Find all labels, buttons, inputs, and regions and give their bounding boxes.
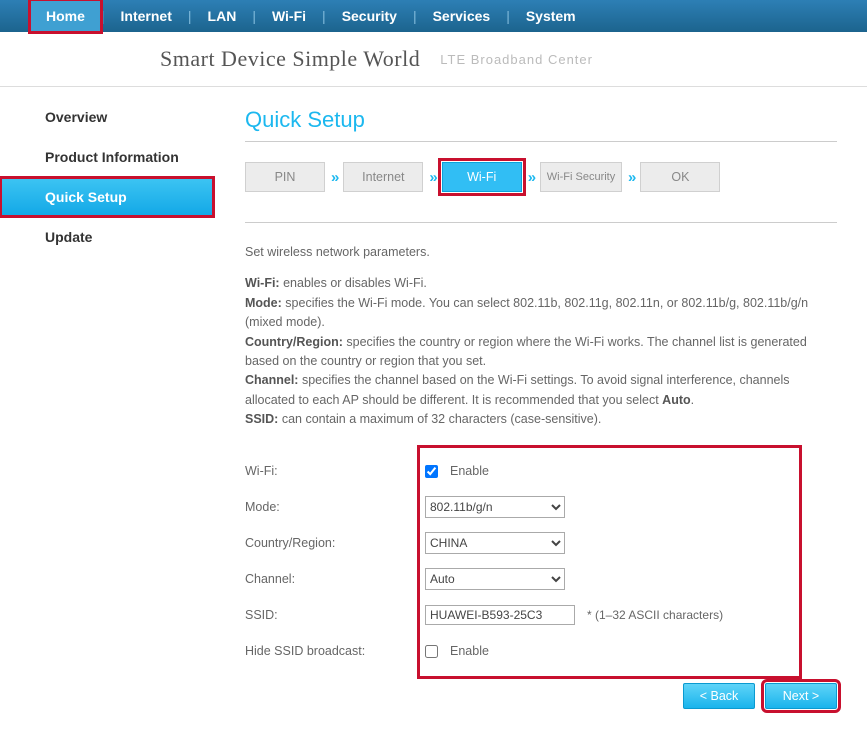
nav-home[interactable]: Home xyxy=(30,0,101,32)
ssid-hint: * (1–32 ASCII characters) xyxy=(587,608,723,622)
wizard-step-pin[interactable]: PIN xyxy=(245,162,325,192)
footer-buttons: < Back Next > xyxy=(245,683,837,709)
branding-bar: Smart Device Simple World LTE Broadband … xyxy=(0,32,867,87)
wifi-settings-form: Wi-Fi: Enable Mode: 802.11b/g/n Country/… xyxy=(245,453,837,669)
wizard-steps: PIN » Internet » Wi-Fi » Wi-Fi Security … xyxy=(245,162,837,192)
country-select[interactable]: CHINA xyxy=(425,532,565,554)
nav-security[interactable]: Security xyxy=(326,0,413,32)
content-area: Quick Setup PIN » Internet » Wi-Fi » Wi-… xyxy=(215,87,867,729)
brand-tagline: Smart Device Simple World xyxy=(160,46,420,72)
nav-lan[interactable]: LAN xyxy=(192,0,253,32)
nav-system[interactable]: System xyxy=(510,0,592,32)
page-title: Quick Setup xyxy=(245,107,837,142)
sidebar-item-quick-setup[interactable]: Quick Setup xyxy=(0,177,214,217)
chevron-right-icon: » xyxy=(628,169,634,186)
nav-internet[interactable]: Internet xyxy=(105,0,188,32)
wifi-enable-text: Enable xyxy=(450,464,489,478)
channel-select[interactable]: Auto xyxy=(425,568,565,590)
wizard-step-ok[interactable]: OK xyxy=(640,162,720,192)
sidebar-item-product-info[interactable]: Product Information xyxy=(0,137,214,177)
ssid-label: SSID: xyxy=(245,608,425,622)
ssid-input[interactable] xyxy=(425,605,575,625)
nav-services[interactable]: Services xyxy=(417,0,507,32)
desc-intro: Set wireless network parameters. xyxy=(245,243,837,262)
nav-wifi[interactable]: Wi-Fi xyxy=(256,0,322,32)
country-label: Country/Region: xyxy=(245,536,425,550)
description-block: Set wireless network parameters. Wi-Fi: … xyxy=(245,243,837,429)
wizard-step-wifi[interactable]: Wi-Fi xyxy=(442,162,522,192)
top-nav: Home| Internet| LAN| Wi-Fi| Security| Se… xyxy=(0,0,867,32)
hide-ssid-checkbox[interactable] xyxy=(425,645,438,658)
chevron-right-icon: » xyxy=(331,169,337,186)
chevron-right-icon: » xyxy=(528,169,534,186)
hide-ssid-text: Enable xyxy=(450,644,489,658)
next-button[interactable]: Next > xyxy=(765,683,837,709)
hide-ssid-label: Hide SSID broadcast: xyxy=(245,644,425,658)
mode-label: Mode: xyxy=(245,500,425,514)
sidebar-item-update[interactable]: Update xyxy=(0,217,214,257)
wizard-step-wifi-security[interactable]: Wi-Fi Security xyxy=(540,162,622,192)
sidebar: Overview Product Information Quick Setup… xyxy=(0,87,215,729)
channel-label: Channel: xyxy=(245,572,425,586)
wizard-step-internet[interactable]: Internet xyxy=(343,162,423,192)
back-button[interactable]: < Back xyxy=(683,683,755,709)
mode-select[interactable]: 802.11b/g/n xyxy=(425,496,565,518)
wifi-enable-checkbox[interactable] xyxy=(425,465,438,478)
wifi-enable-label: Wi-Fi: xyxy=(245,464,425,478)
brand-subtitle: LTE Broadband Center xyxy=(440,52,593,67)
sidebar-item-overview[interactable]: Overview xyxy=(0,97,214,137)
chevron-right-icon: » xyxy=(429,169,435,186)
